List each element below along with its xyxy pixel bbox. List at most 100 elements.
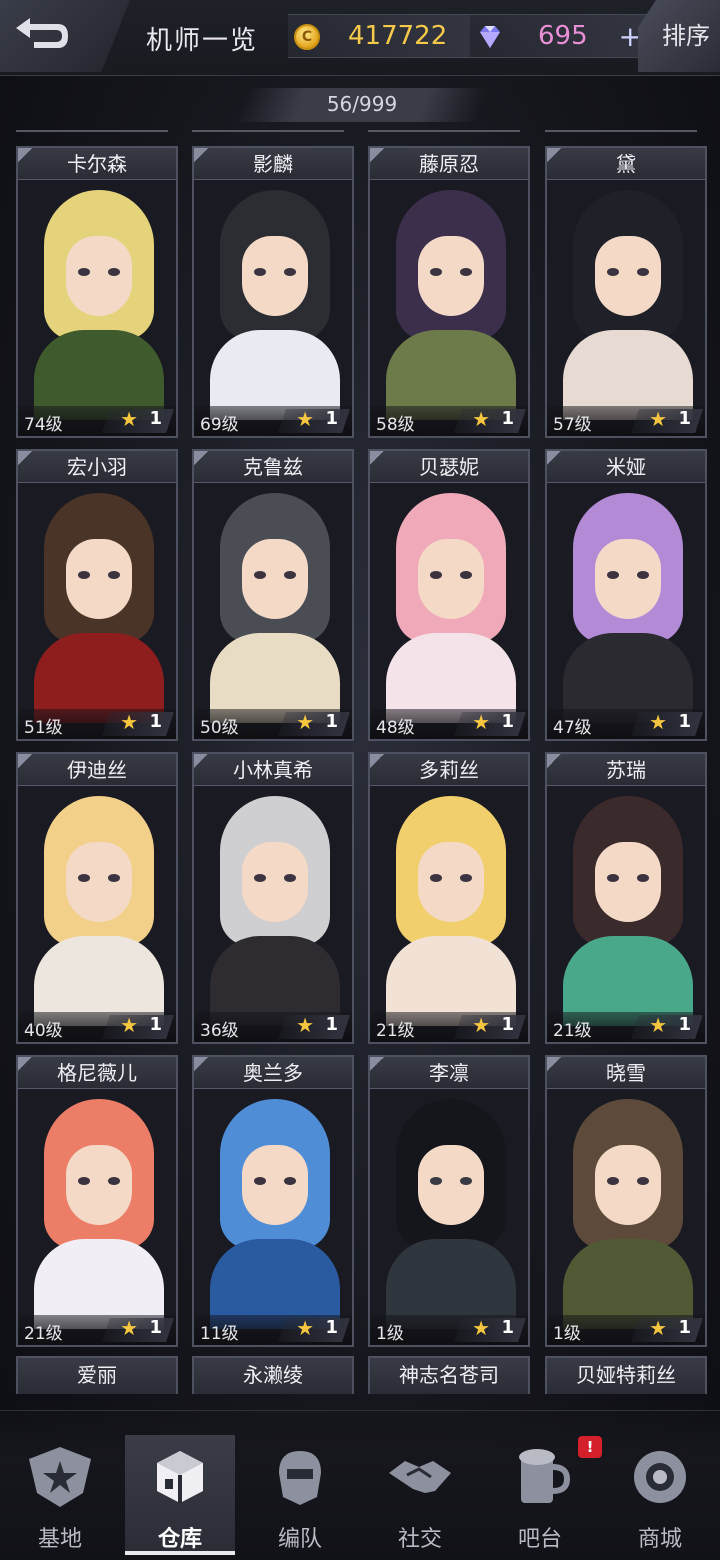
pilot-card[interactable]: 克鲁兹 50级 ★ 1 — [192, 449, 354, 741]
pilot-name: 克鲁兹 — [194, 451, 352, 483]
divider — [545, 130, 697, 132]
pilot-card[interactable]: 伊迪丝 40级 ★ 1 — [16, 752, 178, 1044]
pilot-level: 50级 — [200, 718, 239, 738]
pilot-rank: 1 — [678, 408, 691, 429]
portrait-eye — [254, 1177, 266, 1185]
star-icon: ★ — [120, 1013, 138, 1037]
star-icon: ★ — [472, 407, 490, 431]
star-icon: ★ — [296, 1013, 314, 1037]
pilot-card[interactable]: 影麟 69级 ★ 1 — [192, 146, 354, 438]
shop-icon — [625, 1443, 695, 1511]
pilot-level: 40级 — [24, 1021, 63, 1041]
card-footer: 69级 ★ 1 — [194, 406, 352, 436]
pilot-rank: 1 — [149, 1317, 162, 1338]
pilot-card[interactable]: 晓雪 1级 ★ 1 — [545, 1055, 707, 1347]
pilot-portrait — [370, 483, 528, 723]
rank-box — [278, 712, 350, 736]
pilot-card-partial[interactable]: 神志名苍司 — [368, 1356, 530, 1394]
rank-box — [278, 1015, 350, 1039]
pilot-card-partial[interactable]: 永濑绫 — [192, 1356, 354, 1394]
sort-button[interactable]: 排序 — [638, 0, 720, 72]
card-footer: 40级 ★ 1 — [18, 1012, 176, 1042]
portrait-eye — [637, 268, 649, 276]
rank-box — [102, 1318, 174, 1342]
pilot-rank: 1 — [501, 1014, 514, 1035]
pilot-name: 贝瑟妮 — [370, 451, 528, 483]
pilot-rank: 1 — [325, 1014, 338, 1035]
pilot-card[interactable]: 藤原忍 58级 ★ 1 — [368, 146, 530, 438]
star-icon: ★ — [472, 710, 490, 734]
pilot-portrait — [18, 483, 176, 723]
portrait-eye — [108, 571, 120, 579]
pilot-portrait — [370, 786, 528, 1026]
portrait-eye — [284, 571, 296, 579]
pilot-level: 36级 — [200, 1021, 239, 1041]
pilot-name: 苏瑞 — [547, 754, 705, 786]
back-arrow-icon — [16, 18, 68, 48]
portrait-face — [418, 539, 484, 619]
bottom-nav: 基地 仓库 编队 社交 吧台 商城 — [0, 1410, 720, 1560]
pilot-level: 74级 — [24, 415, 63, 435]
pilot-card[interactable]: 苏瑞 21级 ★ 1 — [545, 752, 707, 1044]
sort-label: 排序 — [662, 22, 710, 50]
pilot-name: 李凛 — [370, 1057, 528, 1089]
portrait-eye — [460, 1177, 472, 1185]
pilot-portrait — [194, 786, 352, 1026]
pilot-level: 11级 — [200, 1324, 239, 1344]
pilot-level: 21级 — [24, 1324, 63, 1344]
star-icon: ★ — [649, 710, 667, 734]
top-bar: 机师一览 C 417722 695 + 排序 — [0, 0, 720, 76]
pilot-rank: 1 — [678, 711, 691, 732]
star-icon: ★ — [472, 1013, 490, 1037]
pilot-card[interactable]: 贝瑟妮 48级 ★ 1 — [368, 449, 530, 741]
pilot-name: 米娅 — [547, 451, 705, 483]
pilot-card[interactable]: 格尼薇儿 21级 ★ 1 — [16, 1055, 178, 1347]
alert-badge: ! — [578, 1436, 602, 1458]
portrait-face — [66, 842, 132, 922]
pilot-name: 影麟 — [194, 148, 352, 180]
nav-label: 编队 — [277, 1527, 322, 1552]
pilot-rank: 1 — [149, 408, 162, 429]
coin-counter: C 417722 — [288, 14, 470, 58]
pilot-card[interactable]: 小林真希 36级 ★ 1 — [192, 752, 354, 1044]
nav-squad[interactable]: 编队 — [245, 1435, 355, 1555]
pilot-name: 奥兰多 — [194, 1057, 352, 1089]
nav-warehouse[interactable]: 仓库 — [125, 1435, 235, 1555]
back-button[interactable] — [0, 0, 130, 72]
pilot-rank: 1 — [501, 1317, 514, 1338]
pilot-portrait — [370, 1089, 528, 1329]
pilot-card[interactable]: 奥兰多 11级 ★ 1 — [192, 1055, 354, 1347]
diamond-icon — [480, 26, 500, 48]
star-icon: ★ — [296, 710, 314, 734]
portrait-eye — [430, 268, 442, 276]
card-footer: 21级 ★ 1 — [370, 1012, 528, 1042]
card-footer: 21级 ★ 1 — [547, 1012, 705, 1042]
portrait-eye — [78, 1177, 90, 1185]
pilot-card[interactable]: 李凛 1级 ★ 1 — [368, 1055, 530, 1347]
nav-social[interactable]: 社交 — [365, 1435, 475, 1555]
rank-box — [102, 409, 174, 433]
portrait-face — [242, 1145, 308, 1225]
portrait-face — [242, 842, 308, 922]
portrait-face — [66, 539, 132, 619]
pilot-card-partial[interactable]: 爱丽 — [16, 1356, 178, 1394]
portrait-face — [66, 236, 132, 316]
star-icon: ★ — [649, 1316, 667, 1340]
pilot-card[interactable]: 卡尔森 74级 ★ 1 — [16, 146, 178, 438]
pilot-card[interactable]: 多莉丝 21级 ★ 1 — [368, 752, 530, 1044]
pilot-card[interactable]: 米娅 47级 ★ 1 — [545, 449, 707, 741]
nav-base[interactable]: 基地 — [5, 1435, 115, 1555]
card-footer: 48级 ★ 1 — [370, 709, 528, 739]
pilot-card[interactable]: 宏小羽 51级 ★ 1 — [16, 449, 178, 741]
card-footer: 50级 ★ 1 — [194, 709, 352, 739]
rank-box — [454, 1318, 526, 1342]
pilot-rank: 1 — [678, 1014, 691, 1035]
pilot-rank: 1 — [325, 711, 338, 732]
pilot-card-partial[interactable]: 贝娅特莉丝 — [545, 1356, 707, 1394]
pilot-rank: 1 — [149, 711, 162, 732]
portrait-eye — [637, 874, 649, 882]
base-icon — [25, 1443, 95, 1511]
nav-shop[interactable]: 商城 — [605, 1435, 715, 1555]
pilot-card[interactable]: 黛 57级 ★ 1 — [545, 146, 707, 438]
star-icon: ★ — [296, 407, 314, 431]
